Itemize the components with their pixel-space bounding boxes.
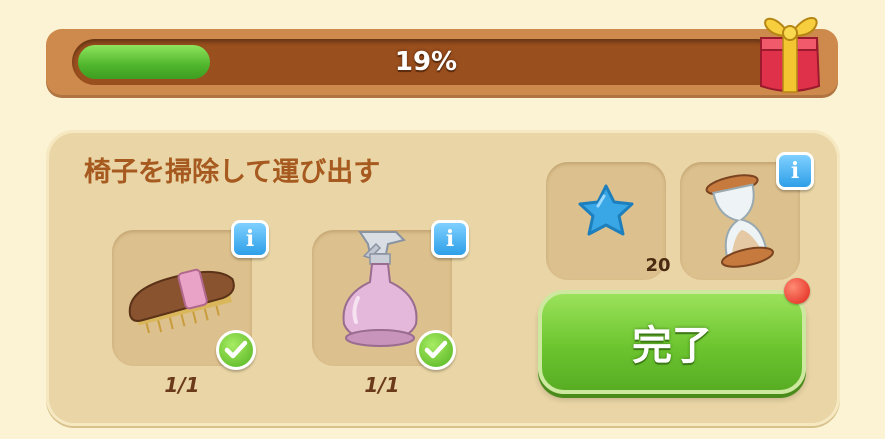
progress-track: 19% (72, 39, 780, 85)
checkmark-icon (416, 330, 456, 370)
item-count: 1/1 (364, 373, 400, 397)
task-title: 椅子を掃除して運び出す (84, 157, 381, 188)
progress-percentage: 19% (394, 47, 458, 77)
reward-hourglass: i (680, 152, 814, 280)
checkmark-icon (216, 330, 256, 370)
info-icon[interactable]: i (776, 152, 814, 190)
info-icon[interactable]: i (231, 220, 269, 258)
task-panel: 椅子を掃除して運び出す i 1/1 i 1/1 20 i 完了 (46, 130, 840, 426)
info-icon[interactable]: i (431, 220, 469, 258)
item-count: 1/1 (164, 373, 200, 397)
notification-dot (784, 278, 810, 304)
progress-bar: 19% (46, 29, 838, 95)
task-item-spray-bottle[interactable]: i (312, 220, 469, 370)
gift-box-icon[interactable] (747, 0, 833, 100)
complete-button[interactable]: 完了 (538, 290, 806, 394)
task-item-brush[interactable]: i (112, 220, 269, 370)
